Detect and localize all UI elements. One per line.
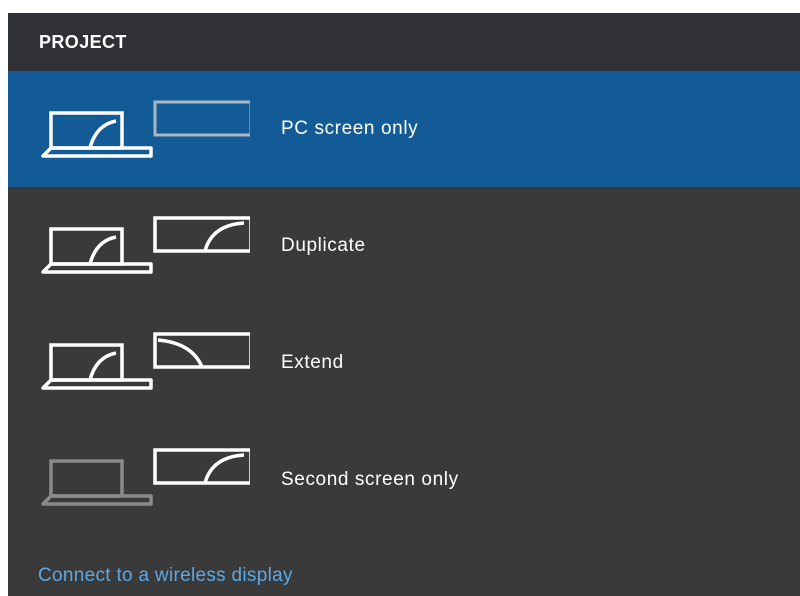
project-panel: PROJECT PC screen only Duplicate Extend … xyxy=(8,13,800,596)
connect-wireless-display-link[interactable]: Connect to a wireless display xyxy=(38,565,293,587)
option-label: Extend xyxy=(281,352,344,373)
extend-icon xyxy=(41,332,250,390)
option-label: PC screen only xyxy=(281,118,419,139)
option-duplicate[interactable]: Duplicate xyxy=(8,187,800,303)
pc-screen-only-icon xyxy=(41,100,250,158)
second-screen-only-icon xyxy=(41,448,250,506)
option-label: Duplicate xyxy=(281,235,366,256)
option-pc-screen-only[interactable]: PC screen only xyxy=(8,71,800,187)
duplicate-icon xyxy=(41,216,250,274)
panel-header: PROJECT xyxy=(8,13,800,71)
option-label: Second screen only xyxy=(281,469,459,490)
option-extend[interactable]: Extend xyxy=(8,303,800,419)
option-second-screen-only[interactable]: Second screen only xyxy=(8,419,800,535)
panel-title: PROJECT xyxy=(39,32,127,52)
